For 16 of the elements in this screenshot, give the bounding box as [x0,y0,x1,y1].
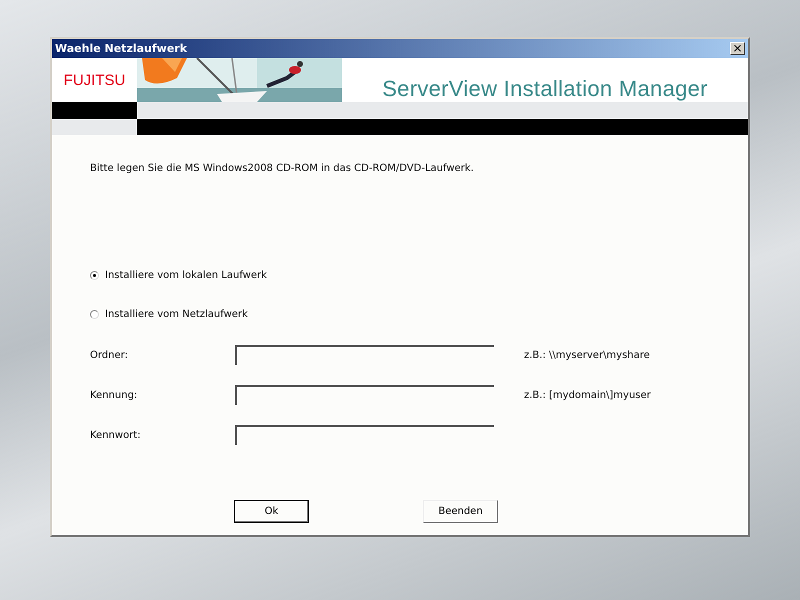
field-label: Kennung: [90,390,138,400]
radio-button[interactable] [90,271,99,280]
field-label: Kennwort: [90,430,142,440]
instruction-text: Bitte legen Sie die MS Windows2008 CD-ROM in das CD-ROM/DVD-Laufwerk. [90,163,475,174]
window-title: Waehle Netzlaufwerk [55,42,188,55]
dialog-button[interactable]: Beenden [423,500,498,523]
option-label[interactable]: Installiere vom lokalen Laufwerk [105,270,267,281]
logo: FUJITSU [62,70,126,90]
radio-button[interactable] [90,310,99,319]
close-button[interactable]: × [730,42,745,55]
dialog-button[interactable]: Ok [234,500,309,523]
banner-title: ServerView Installation Manager [381,75,709,102]
option-label[interactable]: Installiere vom Netzlaufwerk [105,309,248,320]
hint-text: z.B.: [mydomain\]myuser [524,390,651,400]
field-label: Ordner: [90,350,129,360]
hint-text: z.B.: \\myserver\myshare [524,350,650,360]
